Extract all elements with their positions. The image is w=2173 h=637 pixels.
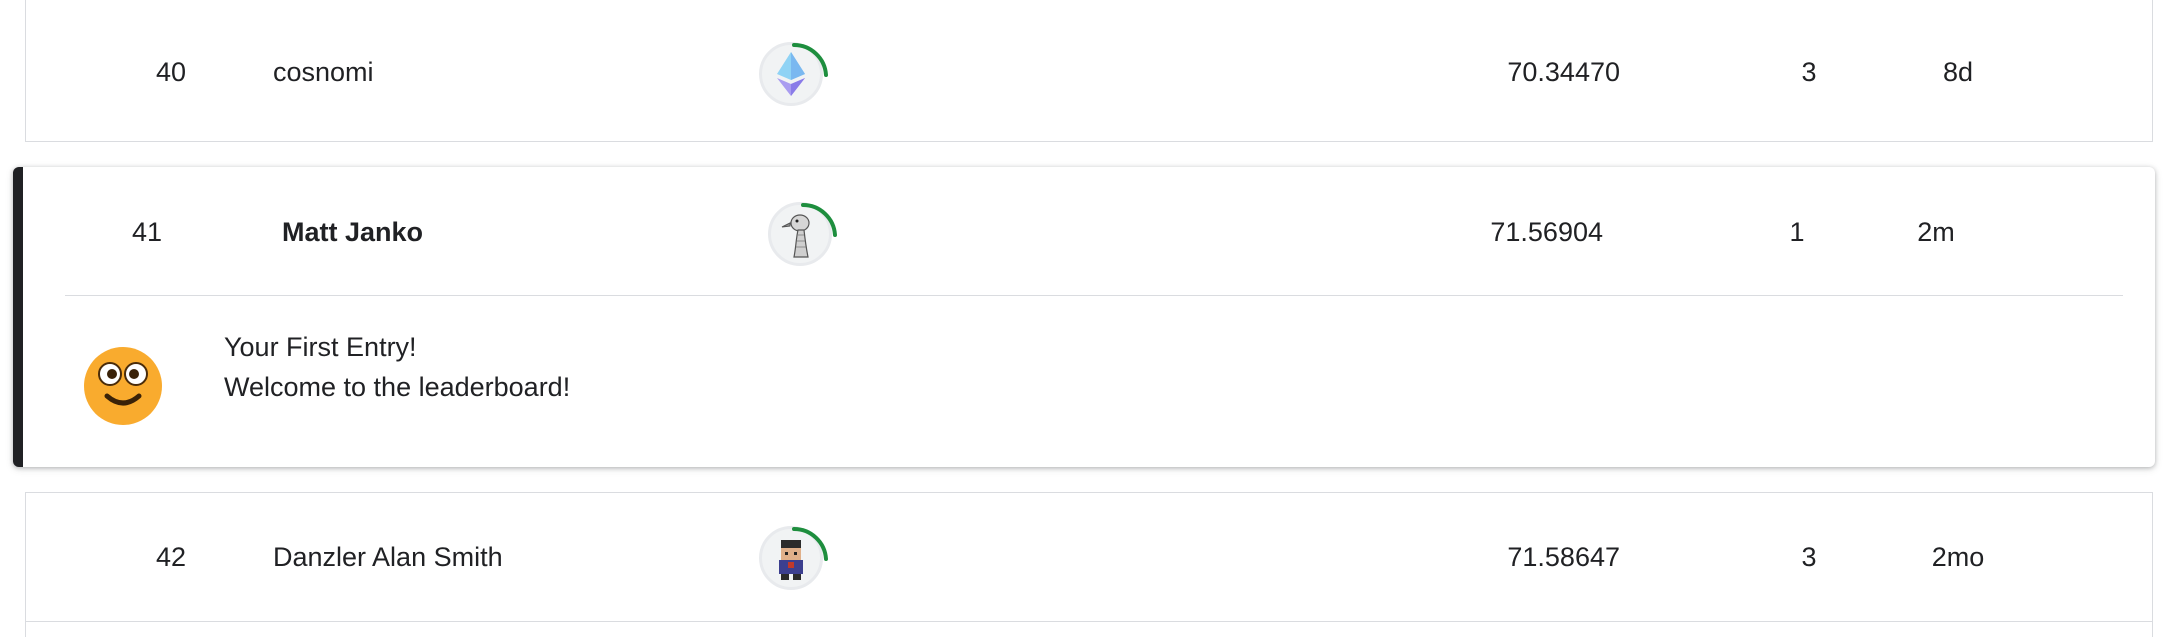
current-user-row[interactable]: 41 Matt Janko 71.56904 1 2m Your First E… <box>13 167 2155 467</box>
team-name[interactable]: Matt Janko <box>282 219 423 246</box>
entries-count: 1 <box>1789 217 1805 247</box>
ethereum-logo-icon[interactable] <box>759 42 828 106</box>
leaderboard-row[interactable]: 42 Danzler Alan Smith 71.58647 3 2mo <box>25 492 2153 622</box>
entries-count: 3 <box>1801 542 1817 572</box>
rank: 41 <box>131 217 163 247</box>
leaderboard-row[interactable]: 40 cosnomi 70.34470 3 8d <box>25 0 2153 142</box>
pixel-character-icon[interactable] <box>759 526 828 590</box>
entries-count: 3 <box>1801 57 1817 87</box>
team-name[interactable]: Danzler Alan Smith <box>273 544 503 571</box>
last-submission: 2mo <box>1931 542 1985 572</box>
last-submission: 8d <box>1942 57 1974 87</box>
first-entry-title: Your First Entry! <box>224 332 417 362</box>
score: 71.56904 <box>1490 217 1603 247</box>
divider <box>65 295 2123 296</box>
next-row-edge <box>25 622 2153 637</box>
team-name[interactable]: cosnomi <box>273 59 374 86</box>
rank: 40 <box>155 57 187 87</box>
smiley-face-icon <box>84 347 162 425</box>
rank: 42 <box>155 542 187 572</box>
last-submission: 2m <box>1917 217 1955 247</box>
first-entry-subtitle: Welcome to the leaderboard! <box>224 372 571 402</box>
score: 71.58647 <box>1507 542 1620 572</box>
ostrich-sketch-icon[interactable] <box>768 202 837 266</box>
score: 70.34470 <box>1507 57 1620 87</box>
